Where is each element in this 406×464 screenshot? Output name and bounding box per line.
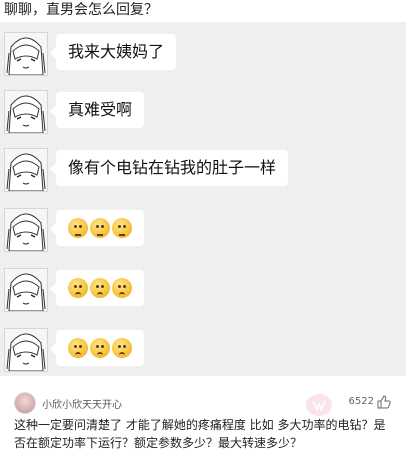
emoji-bubble	[50, 210, 144, 246]
anime-girl-avatar-icon	[5, 269, 47, 311]
message-bubble: 我来大姨妈了	[49, 34, 177, 70]
thumbs-up-icon[interactable]	[376, 394, 392, 410]
worried-emoji-icon	[90, 278, 110, 298]
post-title: 聊聊，直男会怎么回复？	[4, 2, 158, 18]
worried-emoji-icon	[68, 278, 88, 298]
anime-avatar	[4, 32, 48, 76]
anime-girl-avatar-icon	[5, 149, 47, 191]
emoji-bubble	[50, 330, 144, 366]
anime-avatar	[4, 208, 48, 252]
grimace-emoji-icon	[68, 218, 88, 238]
pink-logo-watermark-icon	[306, 394, 332, 416]
sad-emoji-icon	[68, 338, 88, 358]
comment-card: 小欣小欣天天开心 6522 这种一定要问清楚了 才能了解她的疼痛程度 比如 多大…	[0, 382, 406, 464]
grimace-emoji-icon	[112, 218, 132, 238]
comment-text: 这种一定要问清楚了 才能了解她的疼痛程度 比如 多大功率的电钻？是否在额定功率下…	[14, 418, 386, 450]
worried-emoji-icon	[112, 278, 132, 298]
emoji-bubble	[50, 270, 144, 306]
anime-girl-avatar-icon	[5, 209, 47, 251]
sad-emoji-icon	[112, 338, 132, 358]
grimace-emoji-icon	[90, 218, 110, 238]
anime-avatar	[4, 90, 48, 134]
anime-girl-avatar-icon	[5, 329, 47, 371]
anime-avatar	[4, 268, 48, 312]
sad-emoji-icon	[90, 338, 110, 358]
commenter-name[interactable]: 小欣小欣天天开心	[42, 396, 122, 411]
anime-avatar	[4, 328, 48, 372]
message-bubble: 像有个电钻在钻我的肚子一样	[49, 150, 289, 186]
commenter-avatar[interactable]	[14, 392, 36, 414]
anime-girl-avatar-icon	[5, 33, 47, 75]
message-bubble: 真难受啊	[49, 92, 145, 128]
like-count: 6522	[348, 396, 374, 407]
anime-avatar	[4, 148, 48, 192]
anime-girl-avatar-icon	[5, 91, 47, 133]
chat-screenshot: 我来大姨妈了 真难受啊 像有个电钻在钻我的肚子一样	[0, 22, 406, 376]
